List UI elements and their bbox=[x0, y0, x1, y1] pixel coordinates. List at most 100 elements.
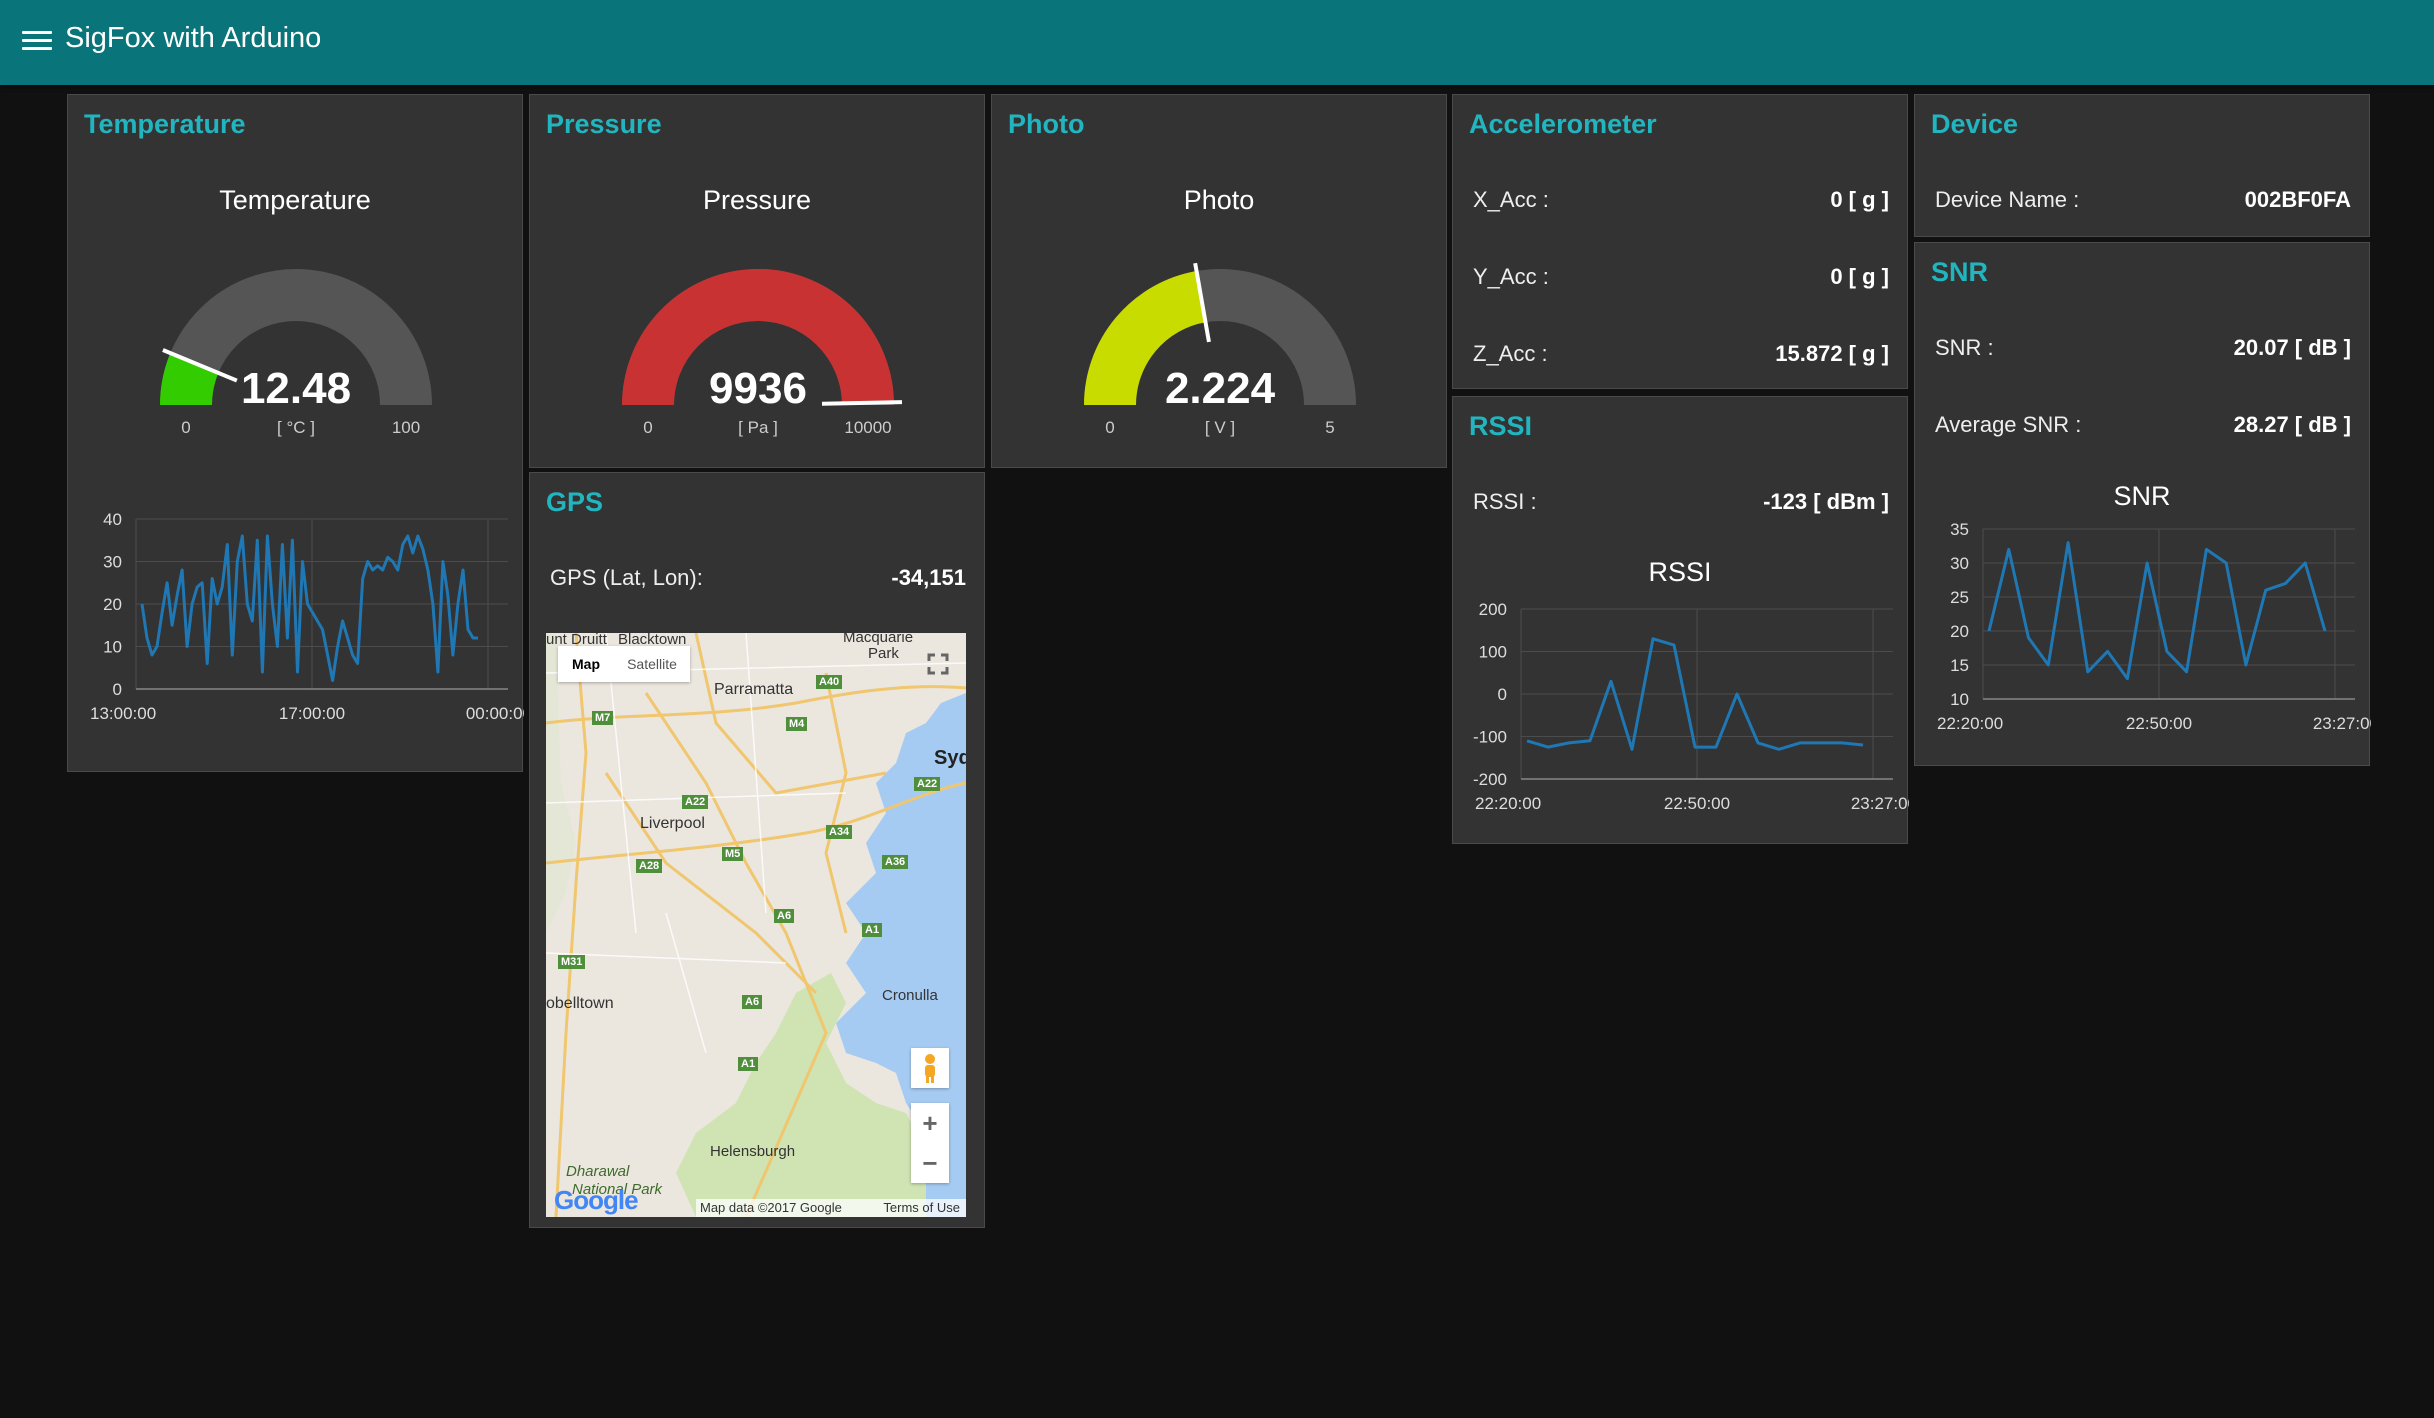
gps-label: GPS (Lat, Lon): bbox=[550, 565, 703, 590]
average-snr-value: 28.27 [ dB ] bbox=[2233, 412, 2351, 437]
average-snr-label: Average SNR : bbox=[1935, 412, 2082, 437]
gauge-unit: [ Pa ] bbox=[738, 418, 778, 437]
gauge-value: 9936 bbox=[709, 364, 807, 413]
x-tick-label: 22:50:00 bbox=[2126, 714, 2192, 733]
series-line bbox=[140, 534, 478, 682]
road-shield: A28 bbox=[636, 859, 663, 873]
card-title: Temperature bbox=[84, 109, 246, 139]
pressure-gauge: 9936 [ Pa ] 0 10000 bbox=[622, 269, 903, 437]
photo-gauge: 2.224 [ V ] 0 5 bbox=[1084, 262, 1356, 437]
y-tick-label: 35 bbox=[1950, 520, 1969, 539]
gauge-unit: [ °C ] bbox=[277, 418, 315, 437]
y-tick-label: 20 bbox=[103, 595, 122, 614]
y-tick-label: 200 bbox=[1479, 600, 1507, 619]
road-shield: A36 bbox=[882, 855, 909, 869]
gauge-needle bbox=[821, 400, 903, 406]
hamburger-menu-icon[interactable] bbox=[22, 29, 52, 53]
z-acc-label: Z_Acc : bbox=[1473, 341, 1548, 366]
card-title: Pressure bbox=[546, 109, 662, 139]
road-shield: M31 bbox=[558, 955, 586, 969]
x-tick-label: 23:27:00 bbox=[1851, 794, 1909, 813]
gauge-max-label: 100 bbox=[392, 418, 420, 437]
gauge-value: 12.48 bbox=[241, 364, 351, 413]
accelerometer-card: Accelerometer X_Acc : 0 [ g ] Y_Acc : 0 … bbox=[1452, 94, 1908, 389]
zoom-control: + − bbox=[911, 1103, 949, 1183]
chart-title: SNR bbox=[2113, 481, 2171, 511]
zoom-out-button[interactable]: − bbox=[911, 1143, 949, 1183]
x-tick-label: 22:50:00 bbox=[1664, 794, 1730, 813]
y-tick-label: 40 bbox=[103, 510, 122, 529]
map-attribution-bar: Map data ©2017 Google Terms of Use bbox=[696, 1199, 966, 1217]
y-tick-label: 30 bbox=[1950, 554, 1969, 573]
rssi-card: RSSI RSSI : -123 [ dBm ] RSSI 200 100 0 -10… bbox=[1452, 396, 1909, 844]
pressure-card: Pressure Pressure 9936 [ Pa ] 0 10000 bbox=[529, 94, 985, 468]
snr-value: 20.07 [ dB ] bbox=[2233, 335, 2351, 360]
gauge-unit: [ V ] bbox=[1205, 418, 1235, 437]
road-shield: M7 bbox=[592, 711, 614, 725]
gauge-min-label: 0 bbox=[181, 418, 190, 437]
rssi-value: -123 [ dBm ] bbox=[1763, 489, 1889, 514]
y-tick-label: 30 bbox=[103, 553, 122, 572]
x-tick-label: 17:00:00 bbox=[279, 704, 345, 723]
rssi-label: RSSI : bbox=[1473, 489, 1537, 514]
x-tick-label: 13:00:00 bbox=[90, 704, 156, 723]
road-shield: A6 bbox=[774, 909, 795, 923]
y-tick-label: 20 bbox=[1950, 622, 1969, 641]
y-tick-label: 10 bbox=[103, 638, 122, 657]
pegman-icon[interactable] bbox=[911, 1048, 949, 1088]
y-acc-label: Y_Acc : bbox=[1473, 264, 1549, 289]
y-tick-label: 100 bbox=[1479, 643, 1507, 662]
x-tick-label: 23:27:00 bbox=[2313, 714, 2371, 733]
gauge-title: Temperature bbox=[219, 185, 371, 215]
road-shield: A34 bbox=[826, 825, 853, 839]
x-tick-label: 22:20:00 bbox=[1937, 714, 2003, 733]
card-title: GPS bbox=[546, 487, 604, 517]
gps-map[interactable]: Map Satellite unt Druitt Blacktown Macqu… bbox=[546, 633, 966, 1217]
gauge-min-label: 0 bbox=[643, 418, 652, 437]
card-title: Accelerometer bbox=[1469, 109, 1657, 139]
zoom-in-button[interactable]: + bbox=[911, 1103, 949, 1143]
gauge-value: 2.224 bbox=[1165, 364, 1276, 413]
snr-card: SNR SNR : 20.07 [ dB ] Average SNR : 28.… bbox=[1914, 242, 2371, 766]
gauge-min-label: 0 bbox=[1105, 418, 1114, 437]
gauge-fill bbox=[160, 353, 219, 406]
y-tick-label: 10 bbox=[1950, 690, 1969, 709]
x-acc-label: X_Acc : bbox=[1473, 187, 1549, 212]
device-name-value: 002BF0FA bbox=[2244, 187, 2351, 212]
y-tick-label: 15 bbox=[1950, 656, 1969, 675]
gps-value: -34,151 bbox=[891, 565, 966, 590]
x-tick-label: 00:00:00 bbox=[466, 704, 524, 723]
rssi-chart: 200 100 0 -100 -200 22:20:00 22:50:00 23:27:00 bbox=[1473, 600, 1909, 813]
y-tick-label: 0 bbox=[113, 680, 122, 699]
card-title: SNR bbox=[1931, 257, 1989, 287]
gps-card: GPS GPS (Lat, Lon): -34,151 Map Satellit… bbox=[529, 472, 985, 1228]
y-tick-label: 0 bbox=[1498, 685, 1507, 704]
x-tick-label: 22:20:00 bbox=[1475, 794, 1541, 813]
y-tick-label: -200 bbox=[1473, 770, 1507, 789]
snr-label: SNR : bbox=[1935, 335, 1994, 360]
x-acc-value: 0 [ g ] bbox=[1830, 187, 1889, 212]
gauge-max-label: 5 bbox=[1325, 418, 1334, 437]
temperature-chart: 40 30 20 10 0 13:00:00 17:00:00 00:00:00 bbox=[90, 510, 524, 723]
top-bar: SigFox with Arduino bbox=[0, 0, 2434, 85]
road-shield: A22 bbox=[682, 795, 709, 809]
terms-of-use-link[interactable]: Terms of Use bbox=[883, 1200, 960, 1215]
temperature-gauge: 12.48 [ °C ] 0 100 bbox=[160, 269, 432, 437]
device-card: Device Device Name : 002BF0FA bbox=[1914, 94, 2370, 237]
google-logo: Google bbox=[554, 1185, 639, 1215]
device-name-label: Device Name : bbox=[1935, 187, 2080, 212]
snr-chart: 35 30 25 20 15 10 22:20:00 22:50:00 23:27:00 bbox=[1937, 520, 2371, 733]
road-shield: M5 bbox=[722, 847, 744, 861]
road-shield: A40 bbox=[816, 675, 843, 689]
photo-card: Photo Photo 2.224 [ V ] 0 5 bbox=[991, 94, 1447, 468]
y-acc-value: 0 [ g ] bbox=[1830, 264, 1889, 289]
card-title: Photo bbox=[1008, 109, 1085, 139]
card-title: Device bbox=[1931, 109, 2019, 139]
road-shield: A1 bbox=[862, 923, 883, 937]
gauge-title: Photo bbox=[1183, 185, 1255, 215]
gauge-title: Pressure bbox=[702, 185, 812, 215]
y-tick-label: 25 bbox=[1950, 588, 1969, 607]
z-acc-value: 15.872 [ g ] bbox=[1775, 341, 1889, 366]
map-attribution: Map data ©2017 Google bbox=[700, 1200, 842, 1215]
road-shield: A22 bbox=[914, 777, 941, 791]
